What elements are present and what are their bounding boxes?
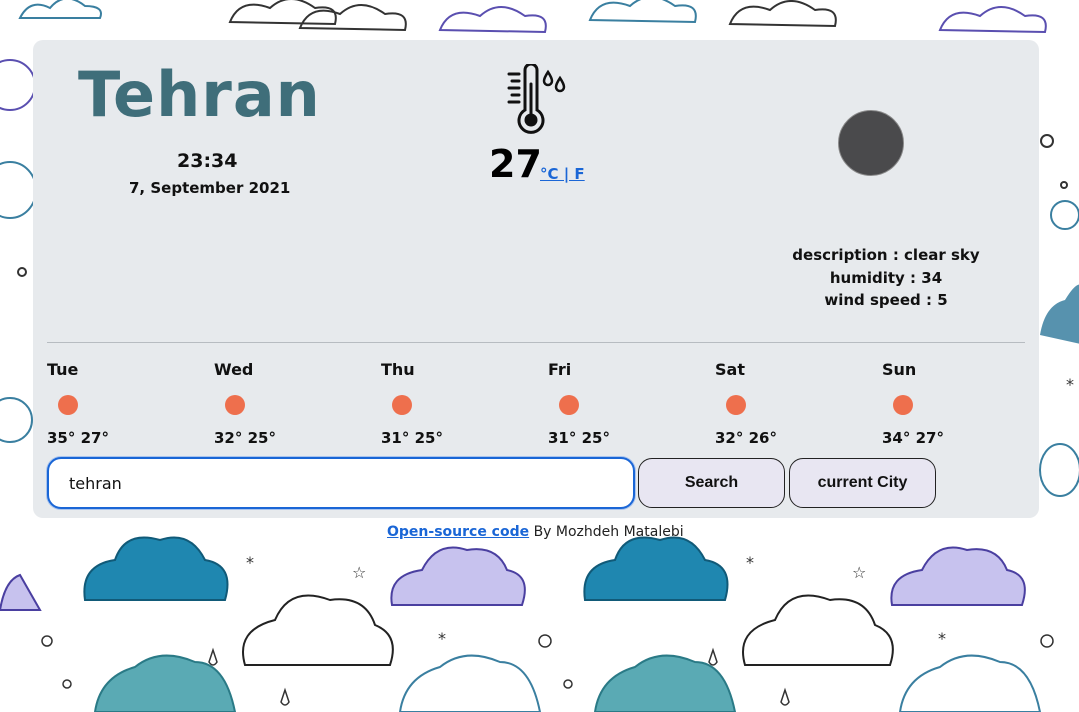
svg-text:*: * <box>746 553 754 572</box>
weather-details: description : clear sky humidity : 34 wi… <box>786 244 986 312</box>
open-source-link[interactable]: Open-source code <box>387 524 529 540</box>
forecast-temps: 31° 25° <box>548 429 610 447</box>
svg-text:*: * <box>438 629 446 648</box>
svg-text:*: * <box>1066 375 1074 394</box>
city-name: Tehran <box>78 58 321 131</box>
forecast-day-name: Thu <box>381 360 415 379</box>
forecast-day: Wed 32° 25° <box>214 360 334 447</box>
forecast-day-name: Sat <box>715 360 745 379</box>
divider <box>47 342 1025 343</box>
svg-text:*: * <box>938 629 946 648</box>
sun-icon <box>392 395 412 415</box>
forecast-day: Fri 31° 25° <box>548 360 668 447</box>
sun-icon <box>726 395 746 415</box>
sun-icon <box>893 395 913 415</box>
forecast-day: Thu 31° 25° <box>381 360 501 447</box>
current-date: 7, September 2021 <box>129 179 291 197</box>
svg-text:*: * <box>246 553 254 572</box>
author-credit: By Mozhdeh Matalebi <box>529 524 684 540</box>
forecast-day-name: Wed <box>214 360 254 379</box>
search-button[interactable]: Search <box>638 458 785 508</box>
weather-icon <box>838 110 904 176</box>
current-time: 23:34 <box>177 150 238 172</box>
forecast-day-name: Sun <box>882 360 917 379</box>
forecast-day-name: Tue <box>47 360 79 379</box>
sun-icon <box>559 395 579 415</box>
forecast-day-name: Fri <box>548 360 572 379</box>
unit-toggle-link[interactable]: °C | F <box>540 165 585 183</box>
forecast-temps: 32° 25° <box>214 429 276 447</box>
current-city-button[interactable]: current City <box>789 458 936 508</box>
svg-text:☆: ☆ <box>352 563 366 582</box>
sun-icon <box>58 395 78 415</box>
temperature-value: 27 <box>489 142 542 186</box>
sun-icon <box>225 395 245 415</box>
forecast-temps: 35° 27° <box>47 429 109 447</box>
thermometer-icon <box>507 64 566 134</box>
forecast-temps: 32° 26° <box>715 429 777 447</box>
description-text: description : clear sky <box>792 246 980 264</box>
svg-text:☆: ☆ <box>852 563 866 582</box>
footer: Open-source code By Mozhdeh Matalebi <box>387 524 684 540</box>
wind-speed-text: wind speed : 5 <box>824 291 948 309</box>
forecast-day: Sat 32° 26° <box>715 360 835 447</box>
forecast-temps: 31° 25° <box>381 429 443 447</box>
city-search-input[interactable] <box>47 457 635 509</box>
forecast-day: Tue 35° 27° <box>47 360 167 447</box>
forecast-temps: 34° 27° <box>882 429 944 447</box>
humidity-text: humidity : 34 <box>829 268 943 287</box>
forecast-day: Sun 34° 27° <box>882 360 1002 447</box>
